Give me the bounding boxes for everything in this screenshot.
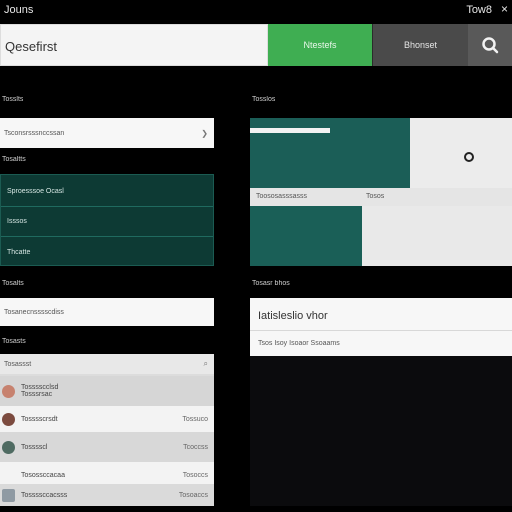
- search-icon: ⌕: [203, 359, 208, 368]
- info-card: Iatisleslio vhor Tsos Isoy Isoaor Ssoaam…: [250, 298, 512, 356]
- option-list: Sproesssoe Ocasl Isssos Thcatte: [0, 174, 214, 266]
- preview-tile[interactable]: [250, 118, 410, 188]
- section-label-3: Tosalts: [2, 280, 24, 287]
- content-panel: [250, 356, 512, 506]
- list-item-label: Thcatte: [7, 248, 31, 256]
- search-icon: [482, 37, 499, 54]
- preview-tile[interactable]: [362, 206, 512, 266]
- contact-list: Tosassst ⌕ Tosssscclsd Tosssrsac Tosssscr…: [0, 354, 214, 506]
- card-label: Tosasr bhos: [252, 280, 290, 287]
- list-item[interactable]: Tosssscl Tcoccss: [0, 432, 214, 462]
- contact-name: Tosossccacaa: [21, 471, 65, 479]
- preview-panel: Toososasssasss Tosos: [250, 118, 512, 266]
- close-icon[interactable]: ×: [501, 2, 508, 16]
- primary-button[interactable]: Ntestefs: [268, 24, 372, 66]
- search-input[interactable]: [3, 35, 257, 57]
- card-title: Iatisleslio vhor: [258, 310, 328, 322]
- top-bar: Jouns Tow8 ×: [0, 0, 512, 22]
- contact-meta: Tosoaccs: [178, 491, 208, 499]
- search-box: [0, 24, 268, 66]
- contact-name: Tosssscl: [21, 443, 48, 451]
- contact-search-text: Tosassst: [4, 360, 32, 368]
- avatar: [2, 488, 15, 502]
- divider: [250, 330, 512, 331]
- list-item[interactable]: Tosssscclsd Tosssrsac: [0, 376, 214, 406]
- dropdown-field-1[interactable]: Tsconsrsssnccssan ❯: [0, 118, 214, 148]
- section-label-2: Tosaltts: [2, 156, 26, 163]
- app-title: Jouns: [4, 4, 34, 16]
- caption-left: Toososasssasss: [256, 193, 307, 200]
- section-label-4: Tosasts: [2, 338, 26, 345]
- preview-tile[interactable]: [410, 118, 512, 188]
- list-item[interactable]: Sproesssoe Ocasl: [1, 177, 213, 207]
- contact-name: Tosssscrsdt: [21, 415, 58, 423]
- card-subtitle: Tsos Isoy Isoaor Ssoaams: [258, 340, 340, 347]
- contact-meta: Tossuco: [182, 415, 208, 423]
- dropdown-value: Tsconsrsssnccssan: [4, 129, 65, 137]
- list-item-label: Sproesssoe Ocasl: [7, 188, 64, 195]
- preview-label: Tosslos: [252, 96, 276, 103]
- preview-tile[interactable]: [250, 206, 362, 266]
- search-row: Ntestefs Bhonset: [0, 24, 512, 66]
- contact-meta: Tosoccs: [182, 471, 208, 479]
- list-item[interactable]: Thcatte: [1, 237, 213, 267]
- progress-bar: [250, 128, 330, 133]
- list-item[interactable]: Tosssscrsdt Tossuco: [0, 406, 214, 432]
- contact-name: Tossssccacsss: [21, 491, 68, 499]
- chevron-right-icon: ❯: [201, 128, 208, 138]
- contact-meta: Tcoccss: [183, 443, 208, 451]
- top-right-text: Tow8: [466, 4, 492, 16]
- preview-caption-row: Toososasssasss Tosos: [250, 188, 512, 206]
- contact-search[interactable]: Tosassst ⌕: [0, 354, 214, 374]
- caption-right: Tosos: [366, 193, 385, 200]
- avatar: [2, 412, 15, 426]
- text-field-3[interactable]: Tosanecnsssscdiss: [0, 298, 214, 326]
- list-item[interactable]: Tossssccacsss Tosoaccs: [0, 484, 214, 506]
- section-label-1: Tosslts: [2, 96, 24, 103]
- radio-icon[interactable]: [464, 152, 474, 162]
- secondary-button[interactable]: Bhonset: [372, 24, 468, 66]
- contact-name: Tosssscclsd Tosssrsac: [21, 384, 59, 398]
- search-button[interactable]: [468, 24, 512, 66]
- list-item-label: Isssos: [7, 218, 27, 225]
- field-value: Tosanecnsssscdiss: [4, 308, 64, 316]
- avatar: [2, 384, 15, 398]
- avatar: [2, 440, 15, 454]
- list-item[interactable]: Isssos: [1, 207, 213, 237]
